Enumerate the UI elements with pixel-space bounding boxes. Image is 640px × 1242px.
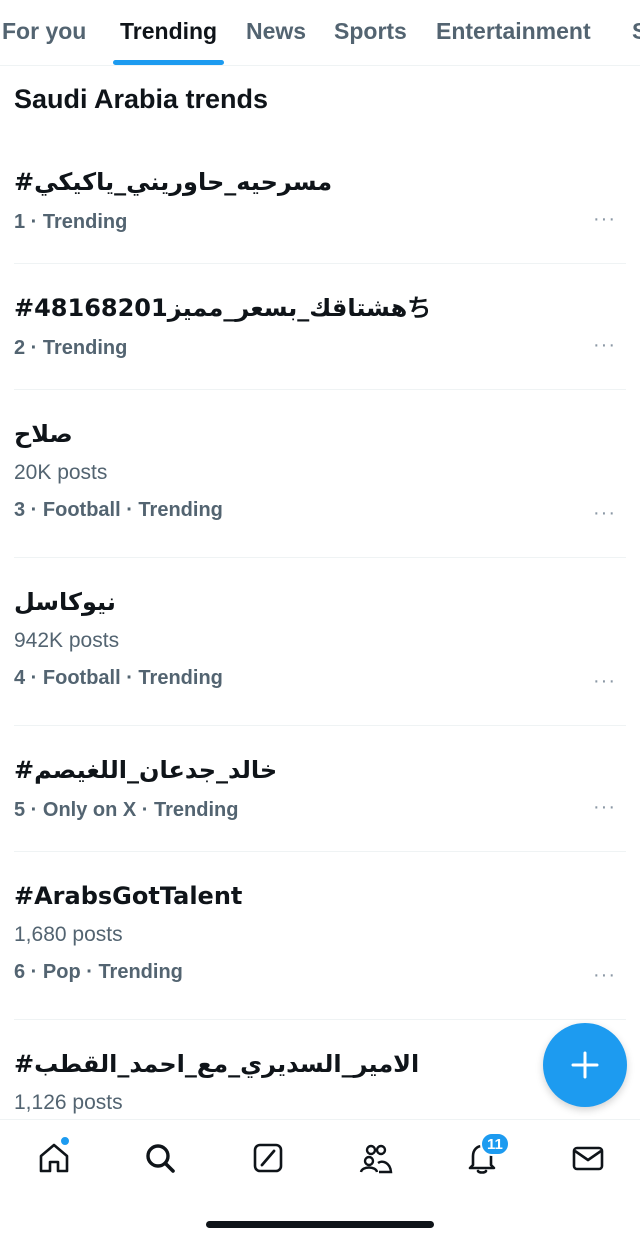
communities-icon: [359, 1144, 393, 1174]
more-options-icon[interactable]: ···: [593, 334, 616, 357]
trend-item[interactable]: #خالد_جدعان_اللغيصم 5 · Only on X · Tren…: [14, 754, 626, 852]
envelope-icon: [572, 1146, 604, 1171]
trend-post-count: 942K posts: [14, 629, 120, 652]
compose-post-button[interactable]: [543, 1023, 627, 1107]
more-options-icon[interactable]: ···: [593, 796, 616, 819]
trend-topic: #الامير_السديري_مع_احمد_القطب: [14, 1050, 420, 1078]
trend-meta: 2 · Trending: [14, 337, 128, 359]
nav-notifications[interactable]: 11: [462, 1132, 510, 1178]
nav-communities[interactable]: [356, 1138, 396, 1178]
trend-meta: 6 · Pop · Trending: [14, 961, 183, 983]
tab-news[interactable]: News: [246, 18, 306, 45]
trend-topic: صلاح: [14, 420, 73, 448]
home-unread-dot: [60, 1136, 70, 1146]
trend-post-count: 20K posts: [14, 461, 108, 484]
trend-meta: 1 · Trending: [14, 211, 128, 233]
trend-meta: 3 · Football · Trending: [14, 499, 223, 521]
trend-item[interactable]: #هشتاقك_بسعر_مميز48168201ち 2 · Trending …: [14, 292, 626, 390]
trend-item[interactable]: #ArabsGotTalent 1,680 posts 6 · Pop · Tr…: [14, 880, 626, 1020]
trend-item[interactable]: #الامير_السديري_مع_احمد_القطب 1,126 post…: [14, 1048, 626, 1118]
trend-meta: 5 · Only on X · Trending: [14, 799, 239, 821]
notifications-badge: 11: [480, 1132, 510, 1156]
active-tab-indicator: [113, 60, 224, 65]
trend-post-count: 1,680 posts: [14, 923, 123, 946]
tab-for-you[interactable]: For you: [2, 18, 86, 45]
home-indicator: [206, 1221, 434, 1228]
tab-sports[interactable]: Sports: [334, 18, 407, 45]
nav-grok[interactable]: [248, 1138, 288, 1178]
more-options-icon[interactable]: ···: [593, 670, 616, 693]
nav-search[interactable]: [140, 1138, 180, 1178]
trend-item[interactable]: #مسرحيه_حاوريني_ياكيكي 1 · Trending ···: [14, 166, 626, 264]
more-options-icon[interactable]: ···: [593, 208, 616, 231]
trend-topic: #مسرحيه_حاوريني_ياكيكي: [14, 168, 333, 196]
section-title: Saudi Arabia trends: [14, 84, 269, 114]
top-tab-bar: For you Trending News Sports Entertainme…: [0, 0, 640, 66]
plus-icon: [571, 1051, 599, 1079]
grok-icon: [253, 1143, 283, 1173]
tab-partial[interactable]: S: [632, 18, 640, 45]
trend-meta: 4 · Football · Trending: [14, 667, 223, 689]
more-options-icon[interactable]: ···: [593, 502, 616, 525]
trend-topic: نيوكاسل: [14, 588, 116, 616]
tab-trending[interactable]: Trending: [120, 18, 217, 45]
more-options-icon[interactable]: ···: [593, 964, 616, 987]
trend-post-count: 1,126 posts: [14, 1091, 123, 1114]
trend-item[interactable]: صلاح 20K posts 3 · Football · Trending ·…: [14, 418, 626, 558]
trend-item[interactable]: نيوكاسل 942K posts 4 · Football · Trendi…: [14, 586, 626, 726]
nav-home[interactable]: [34, 1136, 74, 1178]
nav-messages[interactable]: [568, 1138, 608, 1178]
search-icon: [146, 1144, 175, 1173]
tab-entertainment[interactable]: Entertainment: [436, 18, 591, 45]
trend-topic: #ArabsGotTalent: [14, 882, 243, 910]
trend-topic: #خالد_جدعان_اللغيصم: [14, 756, 278, 784]
trend-topic: #هشتاقك_بسعر_مميز48168201ち: [14, 294, 432, 322]
